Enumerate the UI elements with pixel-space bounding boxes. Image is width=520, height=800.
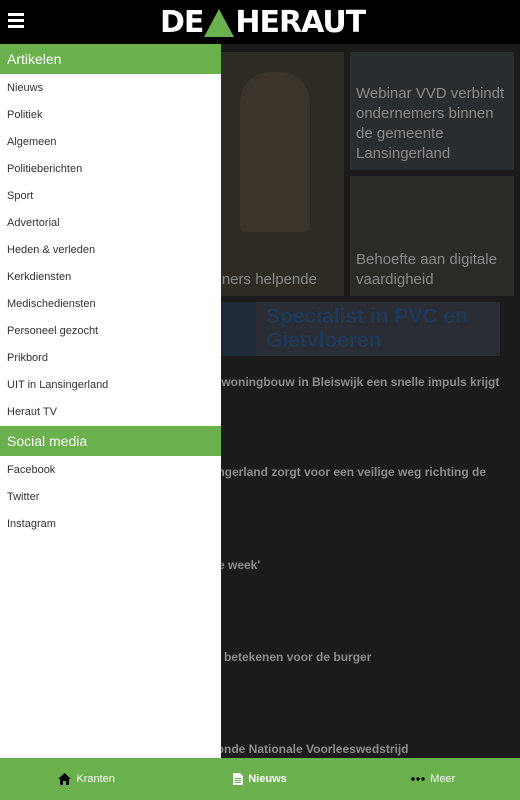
article-item[interactable]: orronde Nationale Voorleeswedstrijd [200,741,510,757]
drawer-item-prikbord[interactable]: Prikbord [0,345,221,372]
drawer-item-heden-verleden[interactable]: Heden & verleden [0,237,221,264]
article-title: dat woningbouw in Bleiswijk een snelle i… [200,375,500,389]
news-card-top-right[interactable]: Webinar VVD verbindt ondernemers binnen … [350,52,514,170]
tab-nieuws[interactable]: Nieuws [173,758,346,800]
drawer-item-uit-in-lansingerland[interactable]: UIT in Lansingerland [0,372,221,399]
news-card-featured[interactable]: voners helpende [200,52,344,296]
article-item[interactable]: iets betekenen voor de burger [200,649,510,665]
article-item[interactable]: nsingerland zorgt voor een veilige weg r… [200,464,510,480]
tab-kranten[interactable]: Kranten [0,758,173,800]
section-header-artikelen: Artikelen [0,44,221,74]
card-caption: voners helpende [206,271,317,288]
drawer-item-twitter[interactable]: Twitter [0,484,221,511]
tab-label: Nieuws [248,773,287,785]
drawer-item-medischediensten[interactable]: Medischediensten [0,291,221,318]
bottom-navigation: Kranten Nieuws Meer [0,758,520,800]
article-item[interactable]: dat woningbouw in Bleiswijk een snelle i… [200,374,510,390]
ad-text: Specialist in PVC en Gietvloeren [266,305,468,352]
top-bar: DE HERAUT [0,0,520,44]
tab-label: Meer [430,773,456,785]
logo-text-left: DE [160,5,204,40]
app-logo[interactable]: DE HERAUT [160,5,366,40]
card-photo [240,72,310,232]
drawer-item-algemeen[interactable]: Algemeen [0,129,221,156]
drawer-item-politiek[interactable]: Politiek [0,102,221,129]
article-title: orronde Nationale Voorleeswedstrijd [200,742,409,756]
drawer-item-heraut-tv[interactable]: Heraut TV [0,399,221,426]
home-icon [58,773,72,785]
drawer-item-instagram[interactable]: Instagram [0,511,221,538]
drawer-item-kerkdiensten[interactable]: Kerkdiensten [0,264,221,291]
logo-text-right: HERAUT [235,5,366,40]
card-caption: Webinar VVD verbindt ondernemers binnen … [356,85,505,162]
tab-label: Kranten [76,773,115,785]
drawer-item-nieuws[interactable]: Nieuws [0,75,221,102]
drawer-item-personeel-gezocht[interactable]: Personeel gezocht [0,318,221,345]
article-title: n de week' [200,558,261,572]
logo-triangle-icon [204,9,235,37]
card-caption: Behoefte aan digitale vaardigheid [356,251,497,288]
drawer-item-politieberichten[interactable]: Politieberichten [0,156,221,183]
article-title: iets betekenen voor de burger [200,650,372,664]
drawer-item-advertorial[interactable]: Advertorial [0,210,221,237]
drawer-item-sport[interactable]: Sport [0,183,221,210]
tab-meer[interactable]: Meer [347,758,520,800]
more-dots-icon [411,777,425,781]
hamburger-menu-icon[interactable] [8,13,24,29]
document-icon [233,773,244,785]
article-item[interactable]: n de week' [200,557,510,573]
article-title: nsingerland zorgt voor een veilige weg r… [200,465,487,479]
navigation-drawer: Artikelen Nieuws Politiek Algemeen Polit… [0,44,221,758]
section-header-social-media: Social media [0,426,221,456]
news-card-bottom-right[interactable]: Behoefte aan digitale vaardigheid [350,176,514,296]
drawer-item-facebook[interactable]: Facebook [0,457,221,484]
ad-banner[interactable]: Specialist in PVC en Gietvloeren [200,302,500,356]
